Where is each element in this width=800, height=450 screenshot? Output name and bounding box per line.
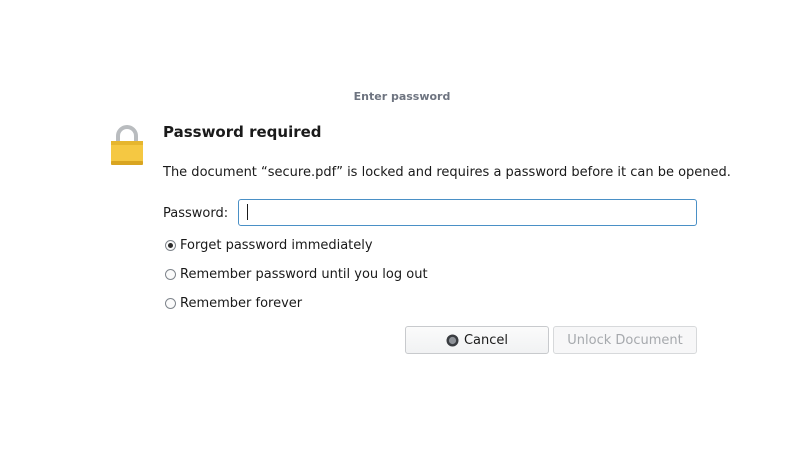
lock-icon (111, 125, 143, 165)
dialog-message: The document “secure.pdf” is locked and … (163, 165, 731, 180)
radio-remember-forever[interactable]: Remember forever (165, 294, 302, 312)
unlock-button-label: Unlock Document (567, 332, 683, 348)
radio-remember-until-logout[interactable]: Remember password until you log out (165, 265, 428, 283)
cancel-button[interactable]: Cancel (405, 326, 549, 354)
radio-label: Remember forever (180, 295, 303, 311)
dialog-heading: Password required (163, 123, 322, 141)
password-label: Password: (163, 206, 229, 221)
window-title: Enter password (353, 90, 451, 103)
radio-button[interactable] (165, 239, 176, 251)
text-caret (247, 204, 248, 220)
cancel-icon (446, 334, 459, 346)
password-dialog: Enter password Password required The doc… (0, 0, 800, 450)
password-input[interactable] (238, 199, 697, 226)
radio-button[interactable] (165, 297, 176, 309)
radio-label: Forget password immediately (180, 237, 373, 253)
unlock-document-button[interactable]: Unlock Document (553, 326, 697, 354)
radio-forget-immediately[interactable]: Forget password immediately (165, 236, 373, 254)
radio-label: Remember password until you log out (180, 266, 428, 282)
radio-button[interactable] (165, 268, 176, 280)
cancel-button-label: Cancel (463, 332, 509, 348)
